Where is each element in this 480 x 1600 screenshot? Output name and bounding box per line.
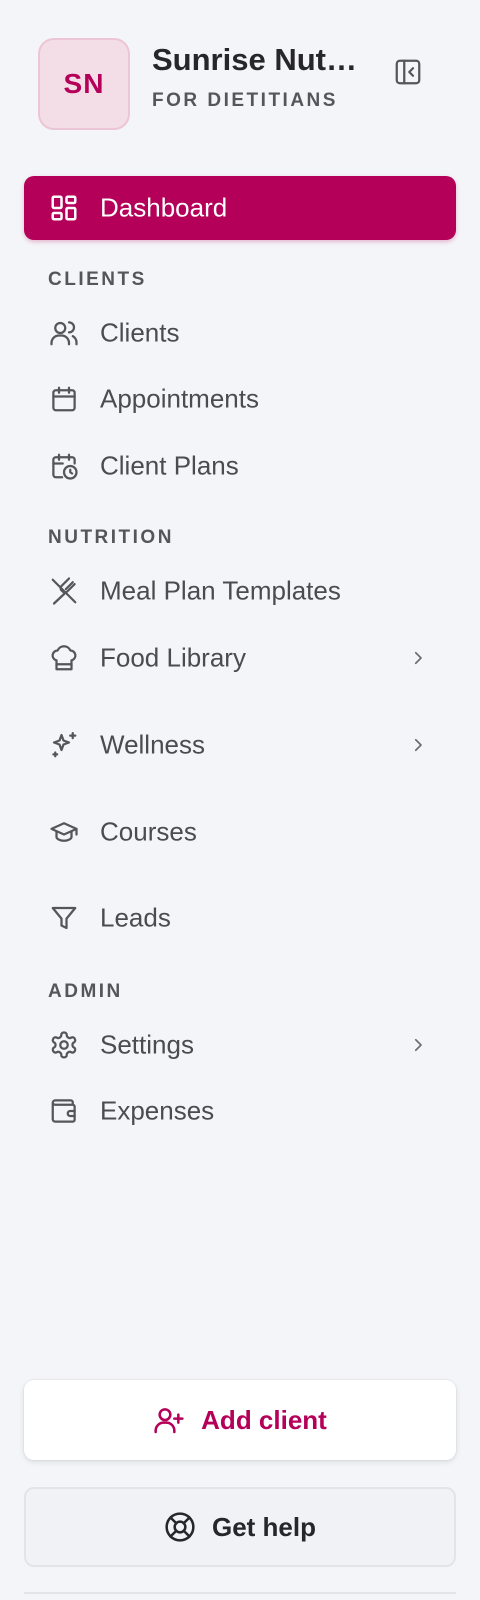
sidebar-header: SN Sunrise Nutrition FOR DIETITIANS (38, 38, 438, 130)
sidebar-item-label: Food Library (100, 642, 246, 673)
sidebar-item-label: Settings (100, 1029, 194, 1060)
gear-icon (48, 1029, 80, 1061)
sidebar-item-client-plans[interactable]: Client Plans (24, 434, 456, 498)
user-plus-icon (153, 1404, 185, 1436)
sidebar-item-meal-plan-templates[interactable]: Meal Plan Templates (24, 559, 456, 623)
users-icon (48, 317, 80, 349)
sidebar-item-leads[interactable]: Leads (24, 886, 456, 950)
sidebar-item-label: Wellness (100, 729, 206, 760)
sidebar-item-label: Appointments (100, 383, 259, 414)
sidebar-item-wellness[interactable]: Wellness (24, 713, 456, 777)
sidebar-collapse-icon (393, 57, 423, 87)
sidebar-item-label: Clients (100, 317, 180, 348)
sidebar-item-settings[interactable]: Settings (24, 1013, 456, 1077)
calendar-clock-icon (48, 450, 80, 482)
utensils-crossed-icon (48, 575, 80, 607)
chevron-right-icon (408, 735, 428, 755)
sidebar-item-label: Courses (100, 816, 197, 847)
add-client-label: Add client (201, 1404, 327, 1435)
sparkles-icon (48, 729, 80, 761)
section-label-clients: CLIENTS (48, 269, 147, 290)
chevron-right-icon (408, 1035, 428, 1055)
collapse-sidebar-button[interactable] (390, 54, 426, 90)
sidebar-item-label: Leads (100, 902, 171, 933)
sidebar-item-appointments[interactable]: Appointments (24, 367, 456, 431)
sidebar-item-expenses[interactable]: Expenses (24, 1079, 456, 1143)
brand-name: Sunrise Nutrition (152, 42, 362, 77)
sidebar: SN Sunrise Nutrition FOR DIETITIANS Dash… (0, 0, 480, 1600)
sidebar-item-label: Expenses (100, 1095, 215, 1126)
dashboard-icon (48, 192, 80, 224)
section-label-nutrition: NUTRITION (48, 527, 174, 548)
brand-subtitle: FOR DIETITIANS (152, 90, 338, 111)
sidebar-item-label: Client Plans (100, 450, 239, 481)
sidebar-item-label: Dashboard (100, 192, 228, 223)
section-label-admin: ADMIN (48, 981, 123, 1002)
graduation-cap-icon (48, 816, 80, 848)
chevron-right-icon (408, 648, 428, 668)
chef-hat-icon (48, 642, 80, 674)
brand-avatar[interactable]: SN (38, 38, 130, 130)
sidebar-item-label: Meal Plan Templates (100, 575, 341, 606)
sidebar-item-food-library[interactable]: Food Library (24, 626, 456, 690)
get-help-button[interactable]: Get help (24, 1487, 456, 1567)
wallet-icon (48, 1095, 80, 1127)
sidebar-item-dashboard[interactable]: Dashboard (24, 176, 456, 240)
filter-icon (48, 902, 80, 934)
get-help-label: Get help (211, 1511, 316, 1542)
add-client-button[interactable]: Add client (24, 1380, 456, 1460)
calendar-icon (48, 383, 80, 415)
sidebar-item-courses[interactable]: Courses (24, 800, 456, 864)
life-buoy-icon (164, 1511, 196, 1543)
sidebar-item-clients[interactable]: Clients (24, 301, 456, 365)
bottom-divider (24, 1592, 456, 1594)
